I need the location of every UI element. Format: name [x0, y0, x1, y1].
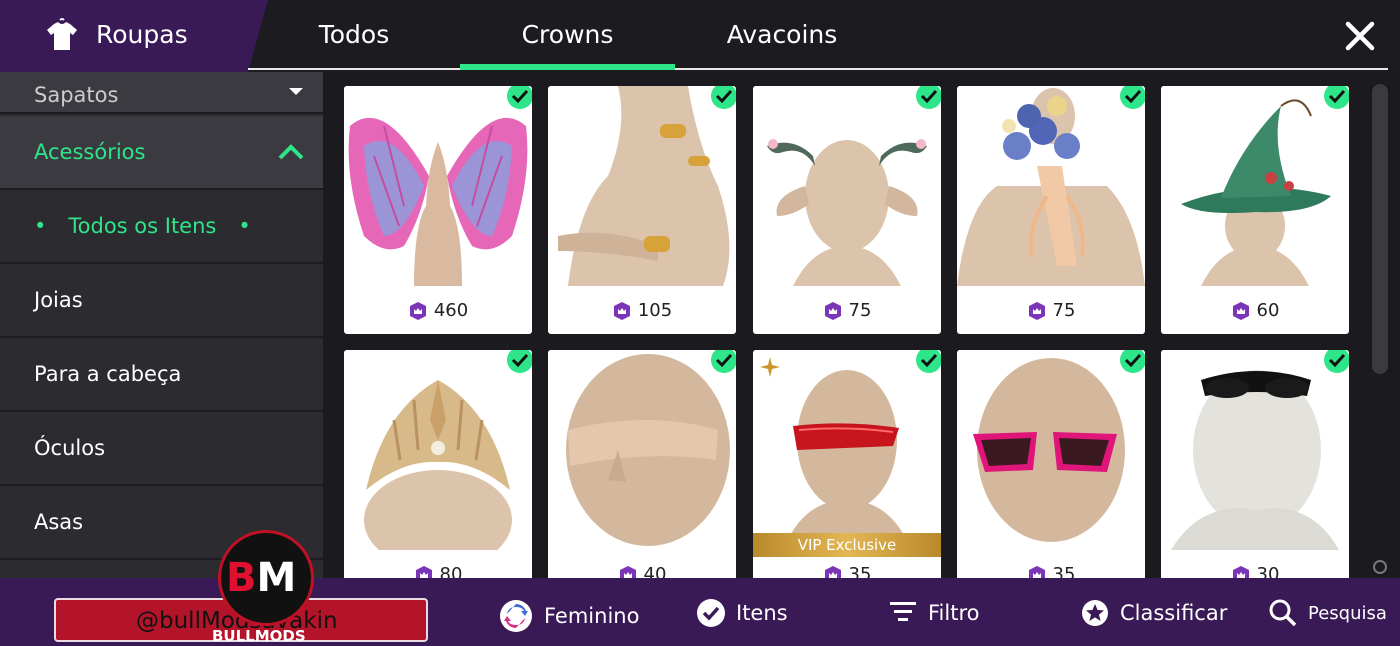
sidebar-item-label: Joias [34, 288, 83, 312]
head-sunglasses-thumbnail [1161, 350, 1349, 550]
tab-divider [248, 68, 1388, 70]
sidebar-item-todos-os-itens[interactable]: • Todos os Itens • [0, 190, 323, 264]
sidebar-item-sapatos[interactable]: Sapatos [0, 72, 323, 114]
witch-hat-thumbnail [1161, 86, 1349, 286]
item-price: 105 [548, 300, 736, 321]
bullet-icon: • [34, 214, 47, 238]
sidebar-item-label: Acessórios [34, 140, 146, 164]
watermark-subtext: BULLMODS [212, 627, 306, 645]
pesquisa-button[interactable]: Pesquisa [1268, 598, 1387, 628]
item-card-witch-hat[interactable]: 60 [1161, 86, 1349, 334]
check-icon [711, 86, 736, 109]
check-icon [507, 86, 532, 109]
crown-currency-icon [1028, 565, 1045, 578]
item-price: 75 [957, 300, 1145, 321]
sidebar-item-joias[interactable]: Joias [0, 264, 323, 338]
check-circle-icon [697, 599, 725, 627]
item-price: 75 [753, 300, 941, 321]
item-card-pink-sunglasses[interactable]: 35 [957, 350, 1145, 578]
item-card-crown[interactable]: 80 [344, 350, 532, 578]
horns-thumbnail [753, 86, 941, 286]
vip-exclusive-banner: VIP Exclusive [753, 533, 941, 557]
bouquet-thumbnail [957, 86, 1145, 286]
crown-currency-icon [1232, 301, 1249, 320]
check-icon [1324, 350, 1349, 373]
red-visor-thumbnail [753, 350, 941, 550]
crown-currency-icon [824, 301, 841, 320]
sidebar-item-oculos[interactable]: Óculos [0, 412, 323, 486]
watermark-logo-text: BM [226, 555, 297, 601]
sidebar-item-label: Óculos [34, 436, 106, 460]
tab-avacoins[interactable]: Avacoins [712, 20, 852, 49]
sidebar-item-label: Asas [34, 510, 84, 534]
visor-thumbnail [548, 350, 736, 550]
check-icon [711, 350, 736, 373]
crown-currency-icon [824, 565, 841, 578]
section-title: Roupas [96, 20, 188, 49]
item-card-head-sunglasses[interactable]: 30 [1161, 350, 1349, 578]
item-card-bouquet[interactable]: 75 [957, 86, 1145, 334]
filtro-button[interactable]: Filtro [888, 598, 979, 628]
tab-crowns[interactable]: Crowns [490, 20, 645, 49]
item-card-bracelets[interactable]: 105 [548, 86, 736, 334]
sidebar-item-label: Para a cabeça [34, 362, 182, 386]
check-icon [1120, 86, 1145, 109]
shirt-icon [47, 18, 77, 50]
item-card-horns[interactable]: 75 [753, 86, 941, 334]
feminino-button[interactable]: Feminino [498, 598, 639, 634]
crown-thumbnail [344, 350, 532, 550]
scrollbar[interactable] [1372, 84, 1388, 374]
star-badge-icon [1082, 600, 1108, 626]
sidebar: Sapatos Acessórios • Todos os Itens • Jo… [0, 72, 323, 578]
item-card-wings[interactable]: 460 [344, 86, 532, 334]
bullet-icon: • [238, 214, 251, 238]
check-icon [916, 350, 941, 373]
bracelets-thumbnail [548, 86, 736, 286]
item-price: 35 [753, 564, 941, 578]
sidebar-item-label: Todos os Itens [68, 214, 217, 238]
chevron-down-icon [289, 88, 303, 95]
sidebar-item-para-a-cabeca[interactable]: Para a cabeça [0, 338, 323, 412]
check-icon [1324, 86, 1349, 109]
chevron-up-icon [278, 144, 304, 160]
pink-sunglasses-thumbnail [957, 350, 1145, 550]
crown-currency-icon [619, 565, 636, 578]
active-tab-indicator [460, 64, 675, 70]
gender-swap-icon [500, 600, 532, 632]
sidebar-item-label: Sapatos [34, 83, 119, 107]
sparkle-icon [760, 357, 780, 377]
item-price: 80 [344, 564, 532, 578]
filter-icon [890, 602, 916, 621]
check-icon [1120, 350, 1145, 373]
itens-button[interactable]: Itens [696, 598, 788, 628]
item-price: 40 [548, 564, 736, 578]
crown-currency-icon [1028, 301, 1045, 320]
sidebar-item-acessorios[interactable]: Acessórios [0, 116, 323, 190]
item-price: 60 [1161, 300, 1349, 321]
tab-todos[interactable]: Todos [300, 20, 408, 49]
scroll-indicator [1373, 560, 1387, 574]
item-price: 35 [957, 564, 1145, 578]
item-grid: 460 105 75 75 60 80 40 VIP Exclusive 35 … [323, 72, 1368, 578]
check-icon [507, 350, 532, 373]
item-card-red-visor[interactable]: VIP Exclusive 35 [753, 350, 941, 578]
item-price: 460 [344, 300, 532, 321]
classificar-button[interactable]: Classificar [1080, 598, 1227, 628]
item-card-visor[interactable]: 40 [548, 350, 736, 578]
search-icon [1269, 599, 1297, 627]
crown-currency-icon [613, 301, 630, 320]
item-price: 30 [1161, 564, 1349, 578]
crown-currency-icon [1232, 565, 1249, 578]
close-icon[interactable] [1340, 16, 1380, 56]
crown-currency-icon [415, 565, 432, 578]
crown-currency-icon [409, 301, 426, 320]
check-icon [916, 86, 941, 109]
wings-thumbnail [344, 86, 532, 286]
